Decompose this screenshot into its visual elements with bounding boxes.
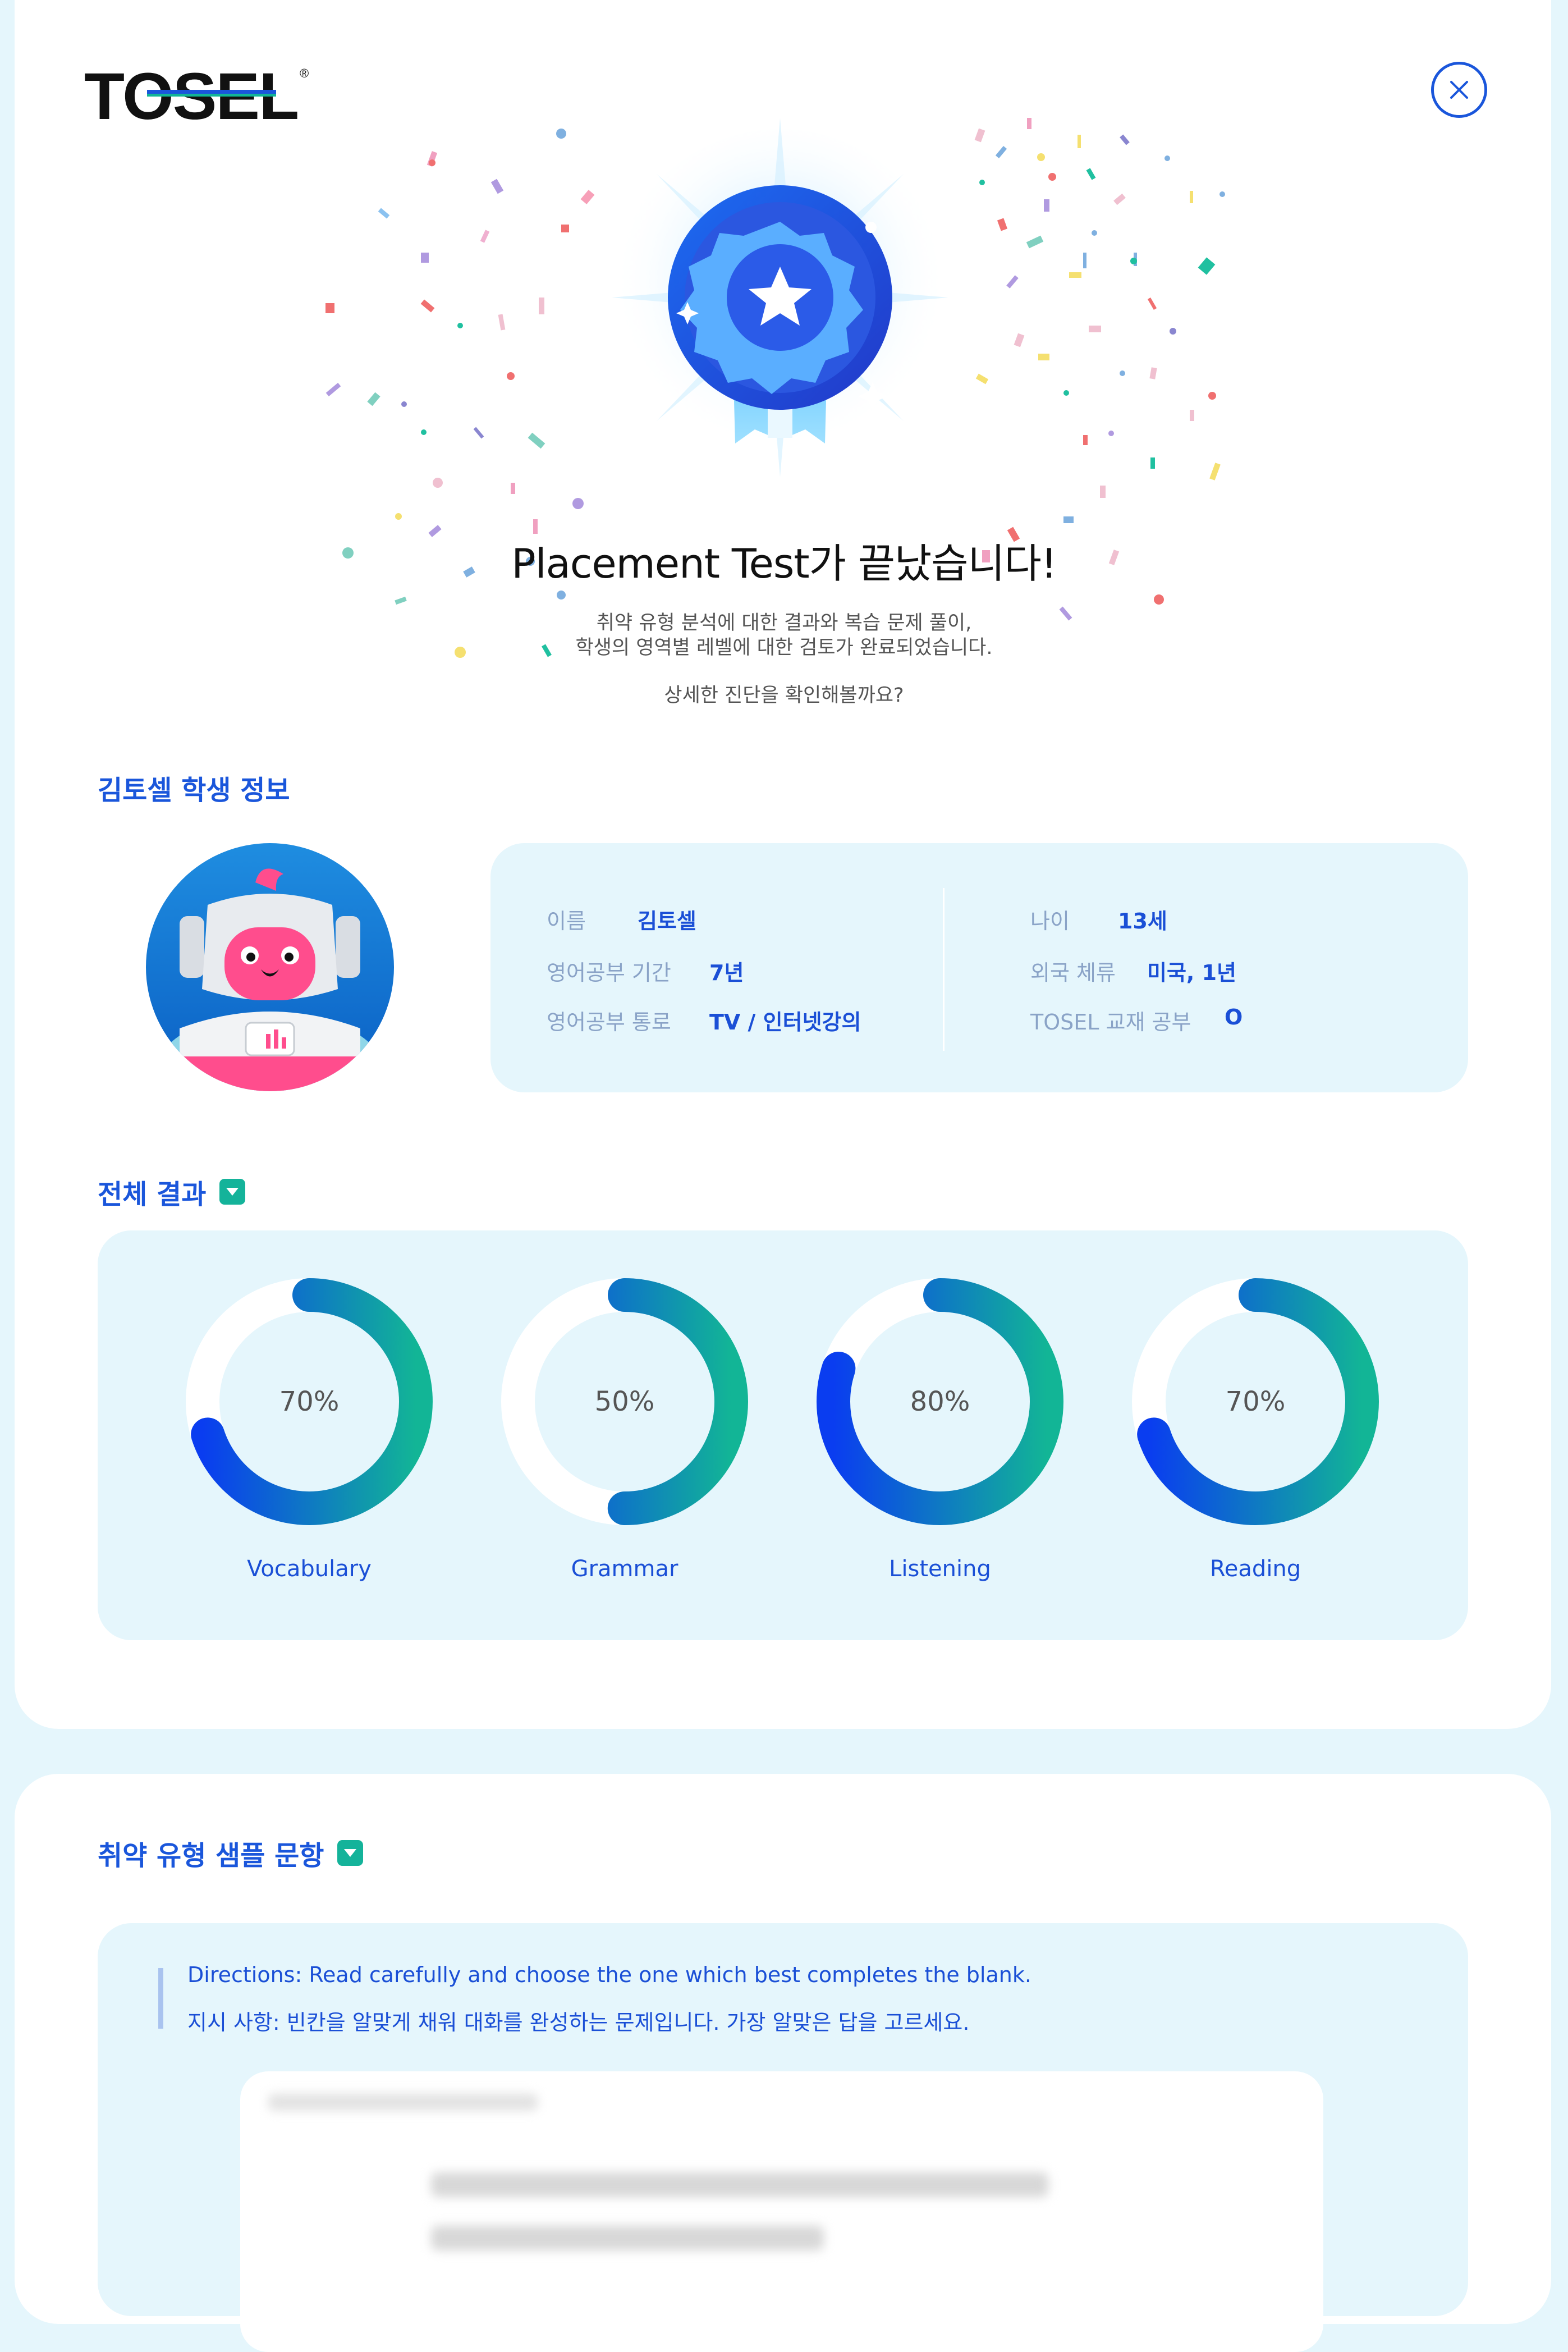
results-title: 전체 결과 <box>98 1172 246 1211</box>
donut-percent-label: 70% <box>1225 1386 1286 1417</box>
tosel-logo: TOSEL ® <box>84 62 309 129</box>
directions-ko: 지시 사항: 빈칸을 알맞게 채워 대화를 완성하는 문제입니다. 가장 알맞은… <box>187 2010 970 2035</box>
description-line: 취약 유형 분석에 대한 결과와 복습 문제 풀이, <box>596 612 972 634</box>
age-label: 나이 <box>1030 909 1070 934</box>
period-value: 7년 <box>709 960 744 985</box>
description-line: 학생의 영역별 레벨에 대한 검토가 완료되었습니다. <box>575 637 993 659</box>
info-name: 이름 김토셀 <box>547 904 696 935</box>
age-value: 13세 <box>1118 909 1167 934</box>
directions-en: Directions: Read carefully and choose th… <box>187 1962 1031 1987</box>
blurred-line <box>431 2226 824 2250</box>
question-box <box>240 2071 1323 2352</box>
caret-down-icon <box>344 1849 357 1857</box>
caret-down-icon <box>226 1188 239 1196</box>
results-toggle-button[interactable] <box>219 1179 246 1205</box>
abroad-value: 미국, 1년 <box>1147 960 1236 985</box>
donut-percent-label: 50% <box>594 1386 655 1417</box>
medal-icon <box>612 118 948 477</box>
sample-title: 취약 유형 샘플 문항 <box>98 1833 364 1873</box>
blurred-header <box>268 2094 538 2111</box>
info-abroad: 외국 체류 미국, 1년 <box>1030 955 1236 986</box>
diagnosis-prompt: 상세한 진단을 확인해볼까요? <box>664 684 904 707</box>
result-description: 취약 유형 분석에 대한 결과와 복습 문제 풀이, 학생의 영역별 레벨에 대… <box>0 611 1568 660</box>
info-divider <box>943 888 945 1051</box>
tosel-value: O <box>1225 1005 1243 1029</box>
donut-percent-label: 70% <box>279 1386 340 1417</box>
svg-text:®: ® <box>300 66 309 80</box>
donut-category-label: Vocabulary <box>247 1556 372 1582</box>
sample-question-panel: Directions: Read carefully and choose th… <box>98 1923 1468 2352</box>
donut-category-label: Listening <box>889 1556 991 1582</box>
info-channel: 영어공부 통로 TV / 인터넷강의 <box>547 1005 861 1036</box>
donut-category-label: Reading <box>1209 1556 1301 1582</box>
student-info-panel: 이름 김토셀 영어공부 기간 7년 영어공부 통로 TV / 인터넷강의 나이 … <box>490 843 1468 1092</box>
abroad-label: 외국 체류 <box>1030 960 1116 985</box>
avatar <box>146 843 394 1091</box>
blurred-line <box>431 2172 1048 2197</box>
close-icon <box>1450 81 1468 99</box>
student-info-title: 김토셀 학생 정보 <box>98 768 290 807</box>
sample-title-text: 취약 유형 샘플 문항 <box>98 1840 324 1871</box>
results-panel: 70% Vocabulary 50% Grammar 80% Listening 70% Re… <box>98 1230 1468 1640</box>
sample-toggle-button[interactable] <box>337 1840 364 1866</box>
name-value: 김토셀 <box>638 909 696 934</box>
info-age: 나이 13세 <box>1030 904 1167 935</box>
name-label: 이름 <box>547 909 586 934</box>
channel-value: TV / 인터넷강의 <box>709 1010 861 1035</box>
page-title: Placement Test가 끝났습니다! <box>511 540 1057 587</box>
tosel-label: TOSEL 교재 공부 <box>1030 1010 1191 1035</box>
period-label: 영어공부 기간 <box>547 960 671 985</box>
results-title-text: 전체 결과 <box>98 1179 207 1210</box>
info-tosel: TOSEL 교재 공부 O <box>1030 1005 1243 1036</box>
directions-bar <box>158 1968 163 2029</box>
close-button[interactable] <box>1431 62 1487 118</box>
student-info-title-text: 김토셀 학생 정보 <box>98 775 290 806</box>
channel-label: 영어공부 통로 <box>547 1010 671 1035</box>
donut-category-label: Grammar <box>571 1556 678 1582</box>
info-period: 영어공부 기간 7년 <box>547 955 744 986</box>
donut-percent-label: 80% <box>910 1386 970 1417</box>
